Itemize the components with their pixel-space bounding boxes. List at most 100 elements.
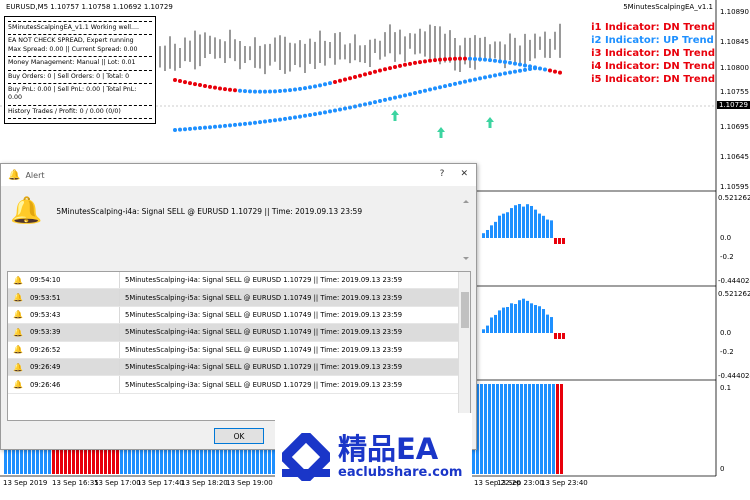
histogram-bar [490,317,493,333]
histogram-bar [502,213,505,238]
trend-dot [473,77,477,82]
row-time: 09:26:49 [29,363,61,372]
histogram-bar [558,333,561,339]
trend-dot [423,88,427,93]
trend-dot [228,87,232,92]
trend-dot [313,112,317,117]
legend-i5: i5 Indicator: DN Trend [591,74,715,85]
histogram-bar [522,206,525,238]
trend-dot [378,68,382,73]
trend-dot [253,89,257,94]
row-text: 5MinutesScalping-i4a: Signal SELL @ EURU… [125,276,403,285]
histogram-bar [526,300,529,333]
trend-dot [223,123,227,128]
trend-dot [318,111,322,116]
histogram-bar [490,225,493,238]
histogram-bar [482,329,485,333]
trend-dot [338,78,342,83]
trend-dot [263,89,267,94]
message-scrollbar[interactable] [461,200,471,260]
histogram-bar [538,213,541,238]
ea-label: 5MinutesScalpingEA_v1.1 [623,3,713,11]
trend-dot [343,77,347,82]
trend-dot [258,89,262,94]
trend-dot [218,86,222,91]
trend-dot [328,81,332,86]
trend-dot [458,80,462,85]
sub2-axis-label: -0.2 [720,348,734,356]
close-icon[interactable]: ✕ [460,169,468,179]
trend-dot [203,83,207,88]
histogram-bar [488,384,491,474]
histogram-bar [518,300,521,333]
trend-dot [238,122,242,127]
trend-dot [333,108,337,113]
trend-dot [493,58,497,63]
trend-dot [278,117,282,122]
price-axis-label: 1.10595 [720,183,749,191]
list-item[interactable]: 🔔 09:53:43 5MinutesScalping-i3a: Signal S… [8,306,470,325]
alert-dialog[interactable]: 🔔 Alert ? ✕ 🔔 5MinutesScalping-i4a: Sign… [0,163,477,450]
trend-dot [403,62,407,67]
trend-dot [498,59,502,64]
list-item[interactable]: 🔔 09:53:39 5MinutesScalping-i4a: Signal S… [8,324,470,342]
trend-dot [503,60,507,65]
histogram-bar [554,238,557,244]
trend-dot [478,76,482,81]
price-axis-label: 1.10645 [720,153,749,161]
sub3-axis-label: 0.1 [720,384,732,392]
list-item[interactable]: 🔔 09:26:46 5MinutesScalping-i3a: Signal S… [8,376,470,394]
trend-dot [493,73,497,78]
list-item[interactable]: 🔔 09:26:49 5MinutesScalping-i4a: Signal S… [8,358,470,377]
trend-dot [338,107,342,112]
histogram-bar [532,384,535,474]
sub2-axis-label: 0.521262 [718,290,750,298]
current-price-tag: 1.10729 [717,101,750,109]
histogram-bar [554,333,557,339]
trend-dot [413,91,417,96]
trend-dot [373,69,377,74]
trend-dot [328,109,332,114]
histogram-bar [506,212,509,238]
trend-dot [538,66,542,71]
trend-dot [423,59,427,64]
trend-dot [413,60,417,65]
trend-dot [293,115,297,120]
histogram-bar [516,384,519,474]
list-item[interactable]: 🔔 09:53:51 5MinutesScalping-i5a: Signal S… [8,289,470,307]
alert-history-list[interactable]: 🔔 09:54:10 5MinutesScalping-i4a: Signal S… [7,271,471,421]
histogram-bar [534,209,537,238]
sub1-axis-label: -0.2 [720,253,734,261]
trend-dot [243,89,247,94]
histogram-bar [514,205,517,238]
scrollbar-thumb[interactable] [461,292,469,328]
trend-dot [308,112,312,117]
divider [8,21,152,22]
list-scrollbar[interactable] [458,272,470,420]
trend-dot [233,122,237,127]
row-time: 09:53:39 [29,328,61,337]
trend-dot [178,79,182,84]
divider [8,69,152,71]
row-text: 5MinutesScalping-i5a: Signal SELL @ EURU… [125,345,403,354]
trend-dot [283,88,287,93]
histogram-bar [482,233,485,238]
histogram-bar [522,298,525,333]
indicator-legend: i1 Indicator: DN Trend i2 Indicator: UP … [591,21,715,86]
trend-dot [433,86,437,91]
histogram-bar [546,219,549,238]
trend-dot [178,127,182,132]
info-line: Buy Orders: 0 | Sell Orders: 0 | Total: … [8,72,130,80]
trend-dot [358,73,362,78]
sub1-axis-label: -0.444024 [718,277,750,285]
trend-dot [468,56,472,61]
list-item[interactable]: 🔔 09:54:10 5MinutesScalping-i4a: Signal S… [8,272,470,290]
list-item[interactable]: 🔔 09:26:52 5MinutesScalping-i5a: Signal S… [8,341,470,359]
alert-message-area: 🔔 5MinutesScalping-i4a: Signal SELL @ EU… [10,197,362,225]
help-icon[interactable]: ? [440,169,445,179]
ok-button[interactable]: OK [214,428,264,444]
ea-info-panel: 5MinutesScalpingEA_v1.1 Working well....… [4,16,156,125]
trend-dot [448,82,452,87]
alert-titlebar[interactable]: 🔔 Alert [1,164,476,186]
trend-dot [428,87,432,92]
